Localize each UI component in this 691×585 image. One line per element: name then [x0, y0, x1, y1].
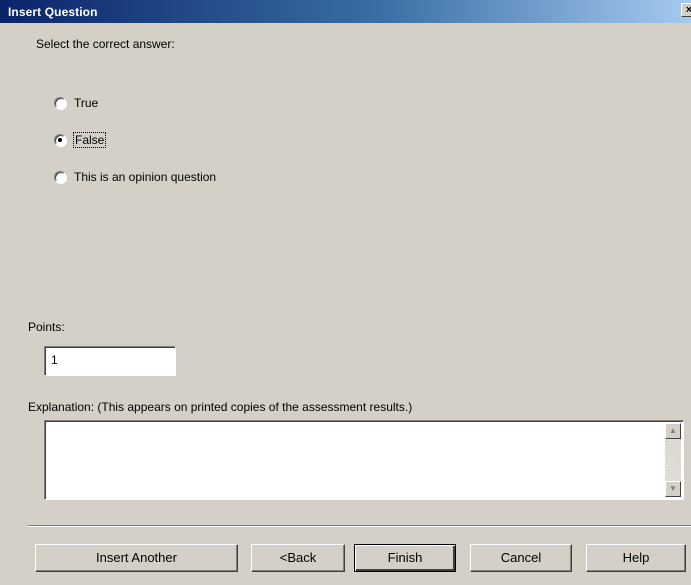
- close-icon: ×: [685, 4, 691, 16]
- help-button[interactable]: Help: [586, 544, 686, 572]
- points-value: 1: [51, 353, 58, 367]
- insert-question-dialog: Insert Question × Select the correct ans…: [0, 0, 691, 585]
- radio-button-opinion[interactable]: [54, 171, 66, 183]
- scroll-down-button[interactable]: ▼: [665, 481, 681, 497]
- radio-button-true[interactable]: [54, 97, 66, 109]
- explanation-label: Explanation: (This appears on printed co…: [28, 400, 413, 414]
- title-bar[interactable]: Insert Question ×: [0, 0, 691, 23]
- radio-label-false: False: [72, 132, 107, 148]
- radio-option-opinion[interactable]: This is an opinion question: [54, 170, 216, 184]
- radio-button-false[interactable]: [54, 134, 66, 146]
- scroll-down-arrow-icon: ▼: [669, 484, 677, 493]
- radio-label-opinion: This is an opinion question: [74, 170, 217, 184]
- close-button[interactable]: ×: [681, 3, 691, 17]
- finish-button[interactable]: Finish: [354, 544, 456, 572]
- radio-option-true[interactable]: True: [54, 96, 98, 110]
- scroll-up-arrow-icon: ▲: [669, 426, 677, 435]
- back-button[interactable]: <Back: [251, 544, 345, 572]
- button-separator: [28, 525, 691, 527]
- window-title: Insert Question: [8, 5, 98, 19]
- explanation-scrollbar[interactable]: ▲ ▼: [665, 423, 681, 497]
- answer-prompt: Select the correct answer:: [36, 37, 175, 51]
- points-field[interactable]: 1: [44, 346, 176, 376]
- cancel-button[interactable]: Cancel: [470, 544, 572, 572]
- explanation-textarea[interactable]: ▲ ▼: [44, 420, 684, 500]
- scroll-up-button[interactable]: ▲: [665, 423, 681, 439]
- radio-label-true: True: [74, 96, 99, 110]
- points-label: Points:: [28, 320, 65, 334]
- radio-option-false[interactable]: False: [54, 132, 107, 148]
- insert-another-button[interactable]: Insert Another: [35, 544, 238, 572]
